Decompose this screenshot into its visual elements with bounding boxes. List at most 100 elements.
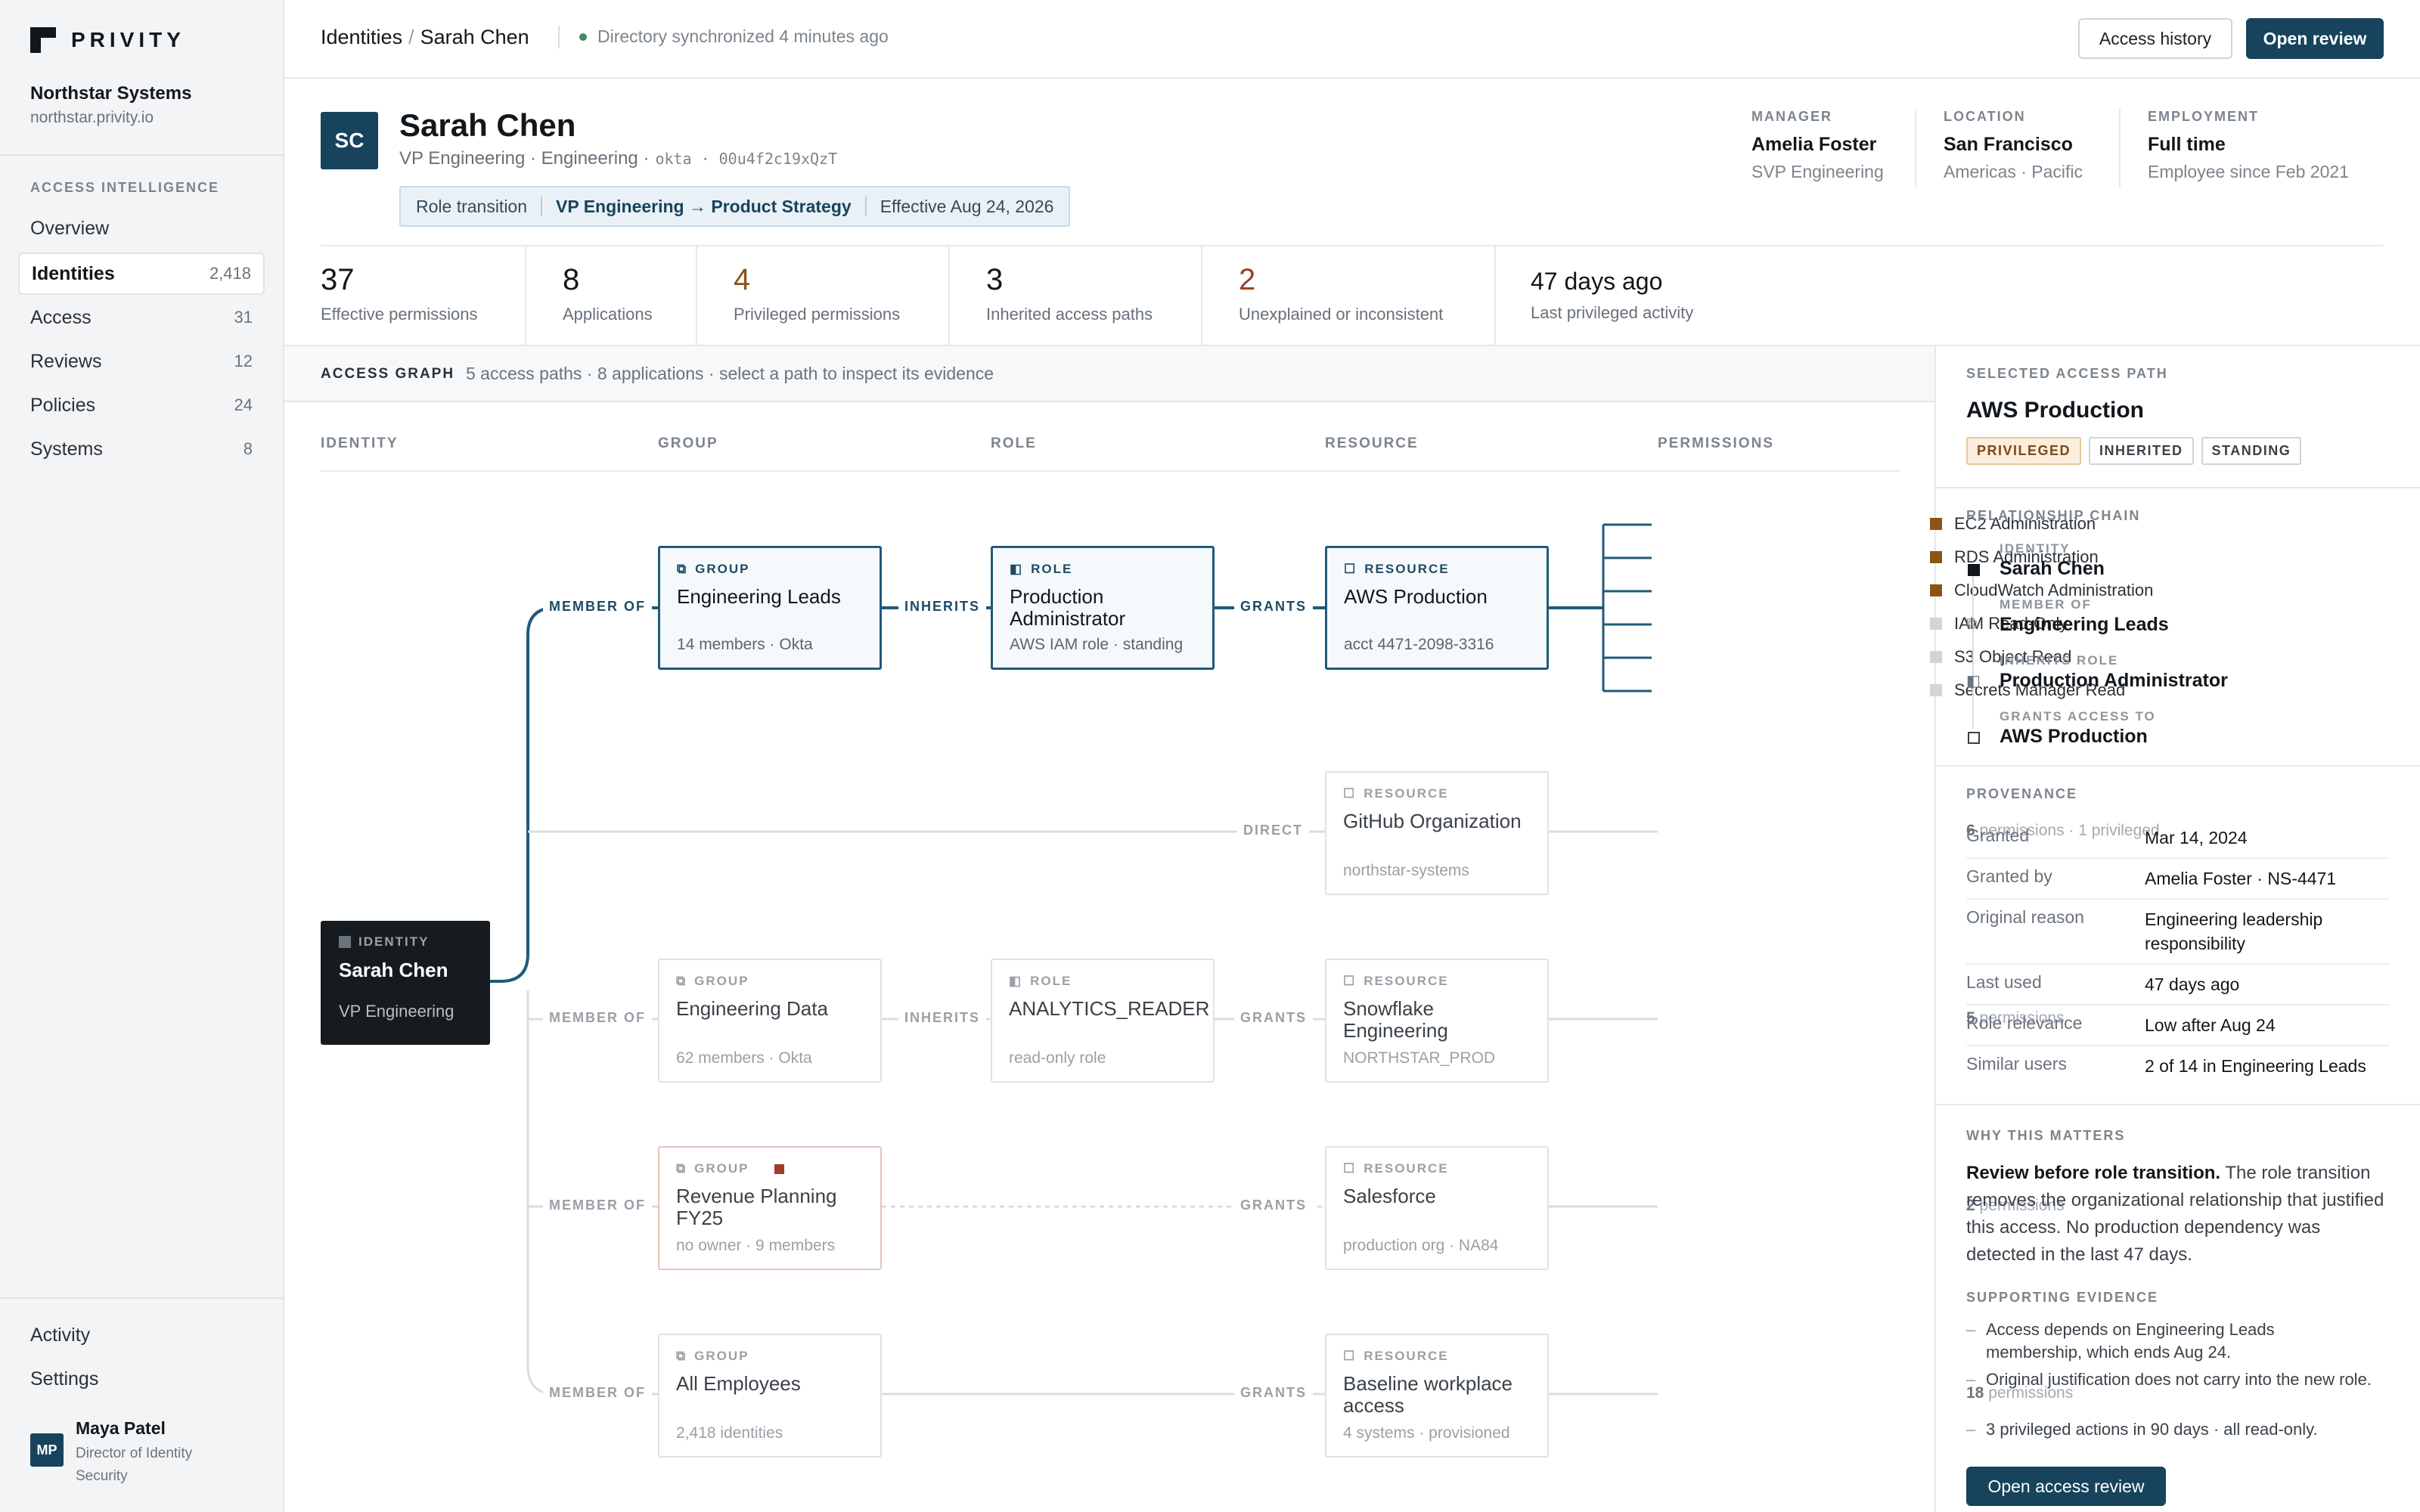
role-icon: ◧: [1010, 562, 1024, 576]
why-lead: Review before role transition.: [1966, 1163, 2221, 1183]
graph-connectors: [490, 523, 1658, 1396]
node-title: Snowflake Engineering: [1343, 997, 1448, 1042]
node-type: ⧉ GROUP: [676, 974, 864, 989]
chain-key: IDENTITY: [2000, 541, 2071, 556]
resource-node-github[interactable]: ☐ RESOURCE GitHub Organization northstar-…: [1325, 771, 1549, 895]
sidebar-item-settings[interactable]: Settings: [18, 1358, 265, 1400]
node-sub: no owner · 9 members: [676, 1237, 836, 1254]
node-type: ◧ ROLE: [1010, 562, 1196, 577]
node-sub: AWS IAM role · standing: [1010, 636, 1184, 653]
sidebar-item-count: 24: [234, 395, 253, 414]
divider: [2119, 109, 2121, 187]
sidebar-item-identities[interactable]: Identities 2,418: [18, 253, 265, 295]
resource-icon: ☐: [1343, 786, 1357, 801]
edge-inherits: INHERITS: [898, 599, 987, 615]
fact-value: San Francisco: [1944, 134, 2073, 155]
node-sub: 14 members · Okta: [677, 636, 813, 653]
node-type-label: RESOURCE: [1364, 786, 1449, 801]
standard-marker-icon: [1930, 651, 1942, 663]
role-node-analytics-reader[interactable]: ◧ ROLE ANALYTICS_READER read-only role: [991, 959, 1215, 1083]
group-node-revenue-planning[interactable]: ⧉ GROUP Revenue Planning FY25 no owner · …: [658, 1146, 882, 1270]
node-type: ☐ RESOURCE: [1343, 1349, 1531, 1364]
node-type: ☐ RESOURCE: [1343, 1161, 1531, 1176]
detail-title: AWS Production: [1966, 398, 2144, 423]
node-sub: 4 systems · provisioned: [1343, 1424, 1510, 1442]
node-type-label: IDENTITY: [358, 934, 430, 949]
provenance-row: Granted Mar 14, 2024: [1966, 826, 2390, 859]
node-title: Baseline workplace access: [1343, 1372, 1513, 1417]
provenance-row: Granted by Amelia Foster · NS-4471: [1966, 866, 2390, 900]
group-node-engineering-data[interactable]: ⧉ GROUP Engineering Data 62 members · Okt…: [658, 959, 882, 1083]
node-sub: production org · NA84: [1343, 1237, 1499, 1254]
group-node-all-employees[interactable]: ⧉ GROUP All Employees 2,418 identities: [658, 1334, 882, 1458]
sidebar-item-label: Identities: [32, 262, 115, 284]
edge-direct: DIRECT: [1237, 823, 1309, 838]
fact-sub: Employee since Feb 2021: [2148, 162, 2349, 181]
access-history-button[interactable]: Access history: [2078, 18, 2232, 59]
user-name: Maya Patel: [76, 1418, 166, 1438]
fact-location: LOCATION San Francisco Americas · Pacifi…: [1944, 109, 2083, 182]
chain-connector: [1972, 572, 1974, 729]
chain-value: Production Administrator: [2000, 670, 2228, 691]
node-title: GitHub Organization: [1343, 810, 1522, 832]
provenance-key: Granted by: [1966, 866, 2052, 886]
chain-key: INHERITS ROLE: [2000, 653, 2119, 668]
role-node-production-administrator[interactable]: ◧ ROLE Production Administrator AWS IAM r…: [991, 546, 1215, 670]
node-title: Engineering Data: [676, 997, 828, 1020]
resource-icon: ☐: [1343, 974, 1357, 988]
node-type: ⧉ GROUP: [677, 562, 863, 577]
group-node-engineering-leads[interactable]: ⧉ GROUP Engineering Leads 14 members · Ok…: [658, 546, 882, 670]
sidebar-item-reviews[interactable]: Reviews 12: [18, 340, 265, 383]
chain-step[interactable]: GRANTS ACCESS TO AWS Production: [1966, 709, 2375, 748]
provenance-row: Role relevance Low after Aug 24: [1966, 1013, 2390, 1046]
chain-step[interactable]: ⧉ MEMBER OF Engineering Leads: [1966, 597, 2375, 636]
sidebar-item-label: Reviews: [30, 350, 102, 372]
brand-logo[interactable]: PRIVITY: [30, 27, 185, 53]
divider: [1936, 1104, 2420, 1105]
node-type-label: GROUP: [695, 562, 750, 576]
open-review-button[interactable]: Open review: [2246, 18, 2384, 59]
provenance-row: Similar users 2 of 14 in Engineering Lead…: [1966, 1054, 2390, 1086]
node-type-label: GROUP: [694, 1349, 749, 1363]
sidebar-item-label: Settings: [30, 1368, 99, 1390]
node-type: ☐ RESOURCE: [1343, 974, 1531, 989]
chain-key: MEMBER OF: [2000, 597, 2092, 612]
sidebar-item-overview[interactable]: Overview: [18, 207, 265, 249]
chain-step[interactable]: IDENTITY Sarah Chen: [1966, 541, 2375, 580]
node-sub: VP Engineering: [339, 1002, 455, 1021]
chain-step[interactable]: ◧ INHERITS ROLE Production Administrator: [1966, 653, 2375, 692]
node-type: ◧ ROLE: [1009, 974, 1196, 989]
open-access-review-button[interactable]: Open access review: [1966, 1467, 2166, 1506]
node-type-label: RESOURCE: [1364, 1161, 1449, 1176]
sidebar-item-systems[interactable]: Systems 8: [18, 428, 265, 470]
node-title: Production Administrator: [1010, 585, 1126, 630]
node-title: Salesforce: [1343, 1185, 1436, 1207]
evidence-item: Original justification does not carry in…: [1966, 1368, 2375, 1391]
fact-key: EMPLOYMENT: [2148, 109, 2260, 124]
provenance-key: Last used: [1966, 972, 2042, 992]
provenance-value: Mar 14, 2024: [2145, 828, 2248, 847]
provenance-value: Engineering leadership responsibility: [2145, 909, 2323, 953]
resource-node-salesforce[interactable]: ☐ RESOURCE Salesforce production org · NA…: [1325, 1146, 1549, 1270]
provenance-value[interactable]: Amelia Foster · NS-4471: [2145, 866, 2390, 891]
sidebar-item-activity[interactable]: Activity: [18, 1314, 265, 1356]
divider: [1936, 765, 2420, 767]
identity-icon: [1968, 564, 1980, 576]
sidebar-item-access[interactable]: Access 31: [18, 296, 265, 339]
provenance-key: Original reason: [1966, 907, 2084, 927]
node-type: ⧉ GROUP: [676, 1349, 864, 1364]
identity-node[interactable]: IDENTITY Sarah Chen VP Engineering: [321, 921, 490, 1045]
standard-marker-icon: [1930, 618, 1942, 630]
resource-node-snowflake[interactable]: ☐ RESOURCE Snowflake Engineering NORTHSTA…: [1325, 959, 1549, 1083]
divider: [1936, 487, 2420, 488]
sidebar-item-policies[interactable]: Policies 24: [18, 384, 265, 426]
edge-member-of: MEMBER OF: [543, 1198, 652, 1213]
provenance-key: Granted: [1966, 826, 2030, 845]
chain-value: Engineering Leads: [2000, 614, 2169, 635]
node-type-label: RESOURCE: [1364, 562, 1450, 576]
standard-marker-icon: [1930, 684, 1942, 696]
sidebar-item-count: 31: [234, 308, 253, 327]
resource-node-baseline-access[interactable]: ☐ RESOURCE Baseline workplace access 4 sy…: [1325, 1334, 1549, 1458]
group-icon: ⧉: [676, 1161, 687, 1176]
resource-node-aws-production[interactable]: ☐ RESOURCE AWS Production acct 4471-2098-…: [1325, 546, 1549, 670]
